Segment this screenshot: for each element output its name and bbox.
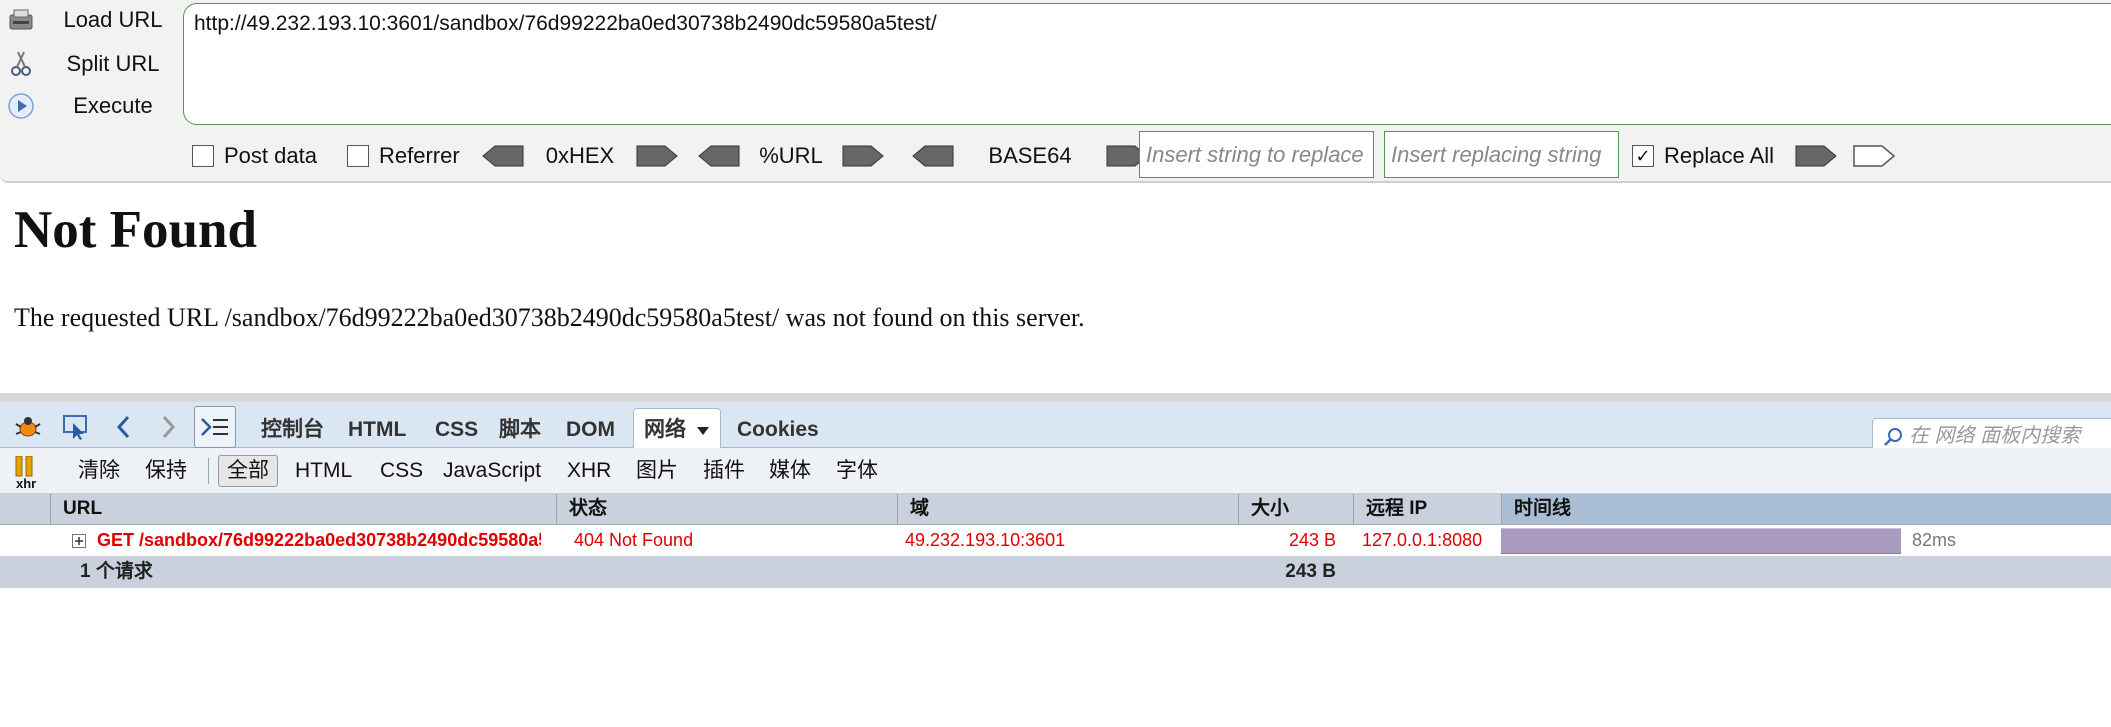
replace-all-label: Replace All — [1664, 143, 1775, 168]
referrer-checkbox-box[interactable] — [347, 145, 369, 167]
replace-all-checkbox-box[interactable]: ✓ — [1632, 145, 1654, 167]
encoder-url: %URL — [697, 138, 885, 174]
decode-arrow-icon[interactable] — [697, 144, 741, 168]
post-data-checkbox[interactable]: Post data — [192, 136, 317, 176]
column-domain[interactable]: 域 — [897, 494, 1238, 524]
execute-button[interactable]: Execute — [6, 86, 153, 126]
split-url-label: Split URL — [66, 51, 160, 76]
tab-network-label: 网络 — [644, 418, 686, 441]
request-url[interactable]: GET /sandbox/76d99222ba0ed30738b2490dc59… — [97, 525, 541, 556]
firebug-panel: 控制台 HTML CSS 脚本 DOM 网络 Cookies 在 网络 面板内搜… — [0, 393, 2111, 727]
request-status: 404 Not Found — [574, 530, 694, 550]
referrer-label: Referrer — [379, 143, 460, 168]
column-timeline[interactable]: 时间线 — [1501, 494, 2111, 524]
tab-css[interactable]: CSS — [435, 412, 478, 448]
tab-script[interactable]: 脚本 — [499, 412, 541, 448]
hex-label: 0xHEX — [545, 143, 615, 168]
pause-icon — [15, 455, 33, 477]
firebug-toolbar: 控制台 HTML CSS 脚本 DOM 网络 Cookies 在 网络 面板内搜… — [0, 402, 2111, 454]
expand-icon[interactable] — [72, 534, 86, 548]
column-status[interactable]: 状态 — [556, 494, 897, 524]
tab-dom[interactable]: DOM — [566, 412, 615, 448]
request-count: 1 个请求 — [80, 561, 153, 582]
toolbar-divider — [208, 458, 209, 484]
command-line-icon[interactable] — [194, 406, 236, 448]
error-message: The requested URL /sandbox/76d99222ba0ed… — [14, 303, 1085, 332]
load-url-icon — [6, 5, 36, 35]
filter-images[interactable]: 图片 — [636, 456, 678, 486]
encoder-base64: BASE64 — [911, 138, 1149, 174]
hackbar-panel: Load URL Split URL Execute http://49.232… — [0, 0, 2111, 183]
load-url-button[interactable]: Load URL — [6, 0, 163, 40]
network-table-header: URL 状态 域 大小 远程 IP 时间线 — [0, 494, 2111, 525]
pause-xhr-button[interactable]: xhr — [14, 455, 44, 491]
replace-all-checkbox[interactable]: ✓ Replace All — [1632, 136, 1774, 176]
persist-button[interactable]: 保持 — [145, 456, 187, 486]
replacing-string-input[interactable]: Insert replacing string — [1384, 131, 1619, 178]
request-time: 82ms — [1912, 530, 1957, 550]
play-icon — [6, 91, 36, 121]
decode-arrow-icon[interactable] — [481, 144, 525, 168]
replace-arrow-icon[interactable] — [1794, 144, 1838, 168]
back-icon[interactable] — [106, 409, 142, 445]
filter-xhr[interactable]: XHR — [567, 456, 611, 486]
encode-arrow-icon[interactable] — [635, 144, 679, 168]
table-row[interactable]: GET /sandbox/76d99222ba0ed30738b2490dc59… — [0, 525, 2111, 557]
network-toolbar: xhr 清除 保持 全部 HTML CSS JavaScript XHR 图片 … — [0, 448, 2111, 494]
clear-button[interactable]: 清除 — [78, 456, 120, 486]
column-url[interactable]: URL — [50, 494, 556, 524]
page-content: Not Found The requested URL /sandbox/76d… — [0, 183, 2111, 393]
filter-plugins[interactable]: 插件 — [703, 456, 745, 486]
replace-next-arrow-icon[interactable] — [1852, 144, 1896, 168]
load-url-label: Load URL — [63, 7, 163, 32]
url-textarea[interactable]: http://49.232.193.10:3601/sandbox/76d992… — [183, 3, 2111, 125]
filter-javascript[interactable]: JavaScript — [443, 456, 541, 486]
tab-html[interactable]: HTML — [348, 412, 406, 448]
firebug-bug-icon[interactable] — [10, 409, 46, 445]
tab-console[interactable]: 控制台 — [261, 412, 324, 448]
filter-all[interactable]: 全部 — [218, 455, 278, 487]
forward-icon[interactable] — [150, 409, 186, 445]
filter-css[interactable]: CSS — [380, 456, 423, 486]
referrer-checkbox[interactable]: Referrer — [347, 136, 460, 176]
encoder-hex: 0xHEX — [481, 138, 679, 174]
timeline-bar — [1501, 528, 1901, 554]
encode-arrow-icon[interactable] — [841, 144, 885, 168]
total-size: 243 B — [1285, 561, 1336, 582]
header-spacer — [0, 494, 50, 524]
url-encode-label: %URL — [759, 143, 823, 168]
decode-arrow-icon[interactable] — [911, 144, 955, 168]
url-text: http://49.232.193.10:3601/sandbox/76d992… — [194, 12, 937, 35]
post-data-label: Post data — [224, 143, 317, 168]
search-icon — [1884, 428, 1902, 446]
filter-html[interactable]: HTML — [295, 456, 352, 486]
request-size: 243 B — [1288, 530, 1336, 550]
post-data-checkbox-box[interactable] — [192, 145, 214, 167]
execute-label: Execute — [73, 93, 153, 118]
filter-media[interactable]: 媒体 — [769, 456, 811, 486]
inspect-element-icon[interactable] — [58, 409, 94, 445]
tab-network[interactable]: 网络 — [633, 408, 721, 449]
chevron-down-icon — [696, 427, 709, 435]
scissors-icon — [6, 49, 36, 79]
page-title: Not Found — [14, 201, 257, 259]
split-url-button[interactable]: Split URL — [6, 44, 159, 84]
base64-label: BASE64 — [988, 143, 1072, 168]
request-remote-ip: 127.0.0.1:8080 — [1362, 530, 1483, 550]
request-domain: 49.232.193.10:3601 — [905, 530, 1066, 550]
tab-cookies[interactable]: Cookies — [737, 412, 819, 448]
network-summary-row: 1 个请求 243 B — [0, 556, 2111, 588]
pause-xhr-label: xhr — [16, 476, 37, 491]
replace-string-input[interactable]: Insert string to replace — [1139, 131, 1374, 178]
column-size[interactable]: 大小 — [1238, 494, 1353, 524]
filter-fonts[interactable]: 字体 — [836, 456, 878, 486]
column-remote-ip[interactable]: 远程 IP — [1353, 494, 1501, 524]
panel-splitter[interactable] — [0, 393, 2111, 402]
